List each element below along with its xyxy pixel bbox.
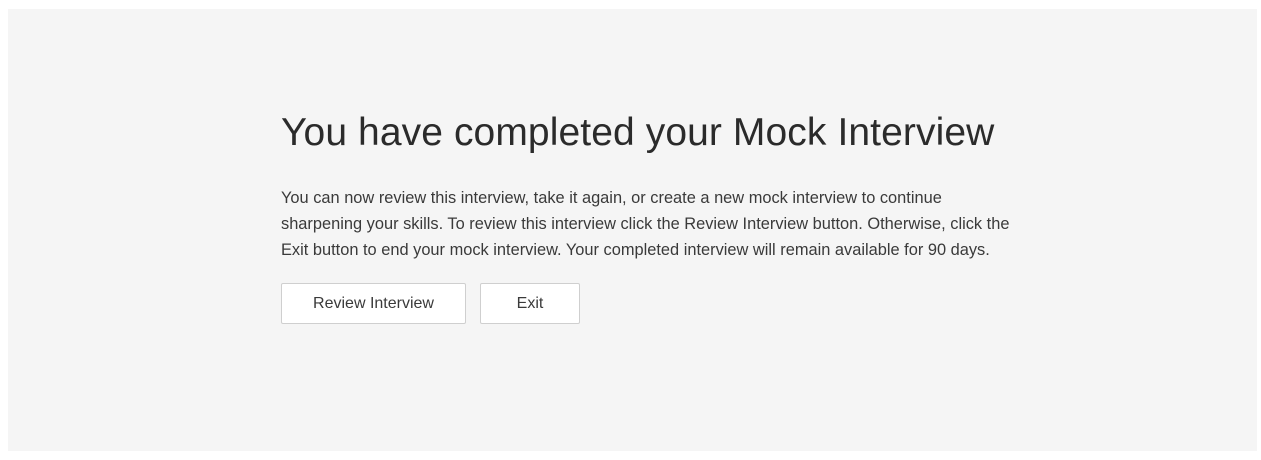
completion-description: You can now review this interview, take … [281, 189, 1010, 259]
completion-panel: You have completed your Mock Interview Y… [8, 9, 1257, 451]
page-title: You have completed your Mock Interview [281, 111, 995, 154]
action-buttons: Review Interview Exit [281, 283, 1041, 324]
completion-content: You have completed your Mock Interview Y… [281, 107, 1041, 324]
review-interview-button[interactable]: Review Interview [281, 283, 466, 324]
exit-button[interactable]: Exit [480, 283, 580, 324]
